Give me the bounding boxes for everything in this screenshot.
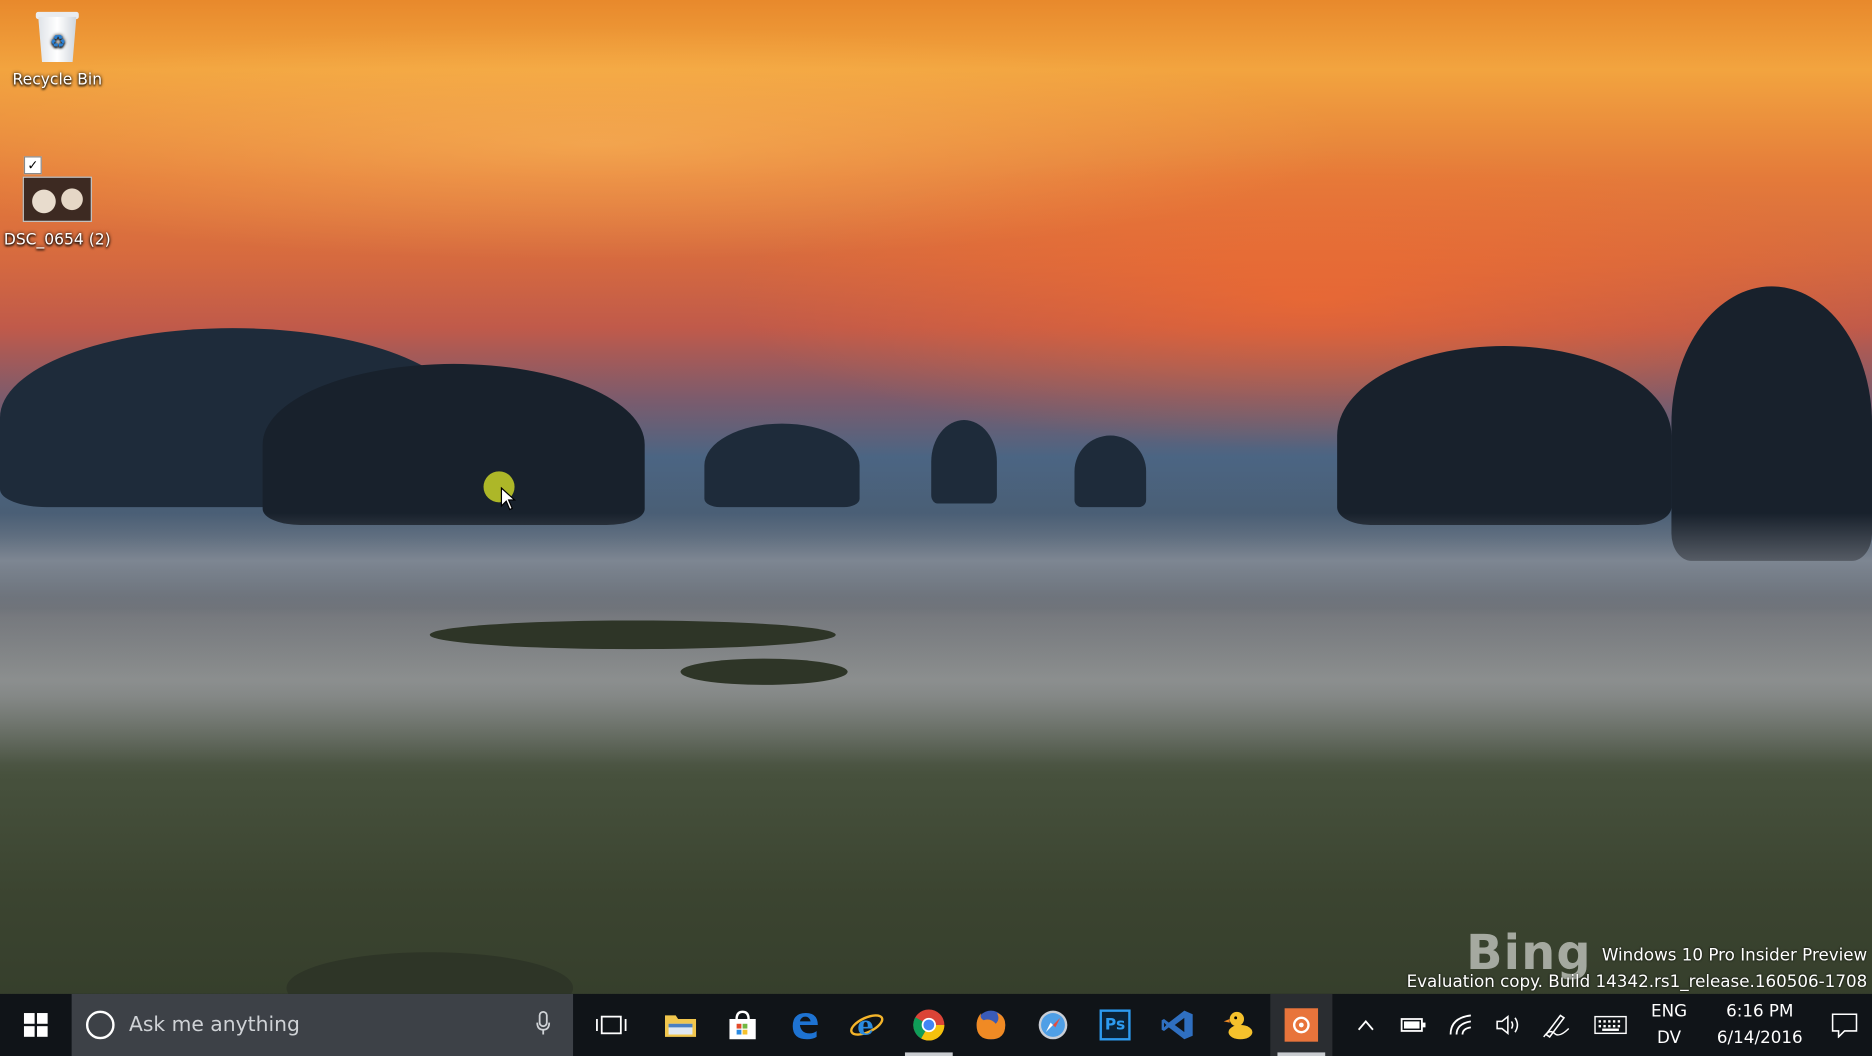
- recorder-icon: [1284, 1008, 1319, 1042]
- clock-date: 6/14/2016: [1716, 1028, 1803, 1048]
- pen-workspace-button[interactable]: [1533, 994, 1581, 1056]
- tree-silhouette: [1337, 346, 1672, 526]
- taskbar: Ask me anything e Ps ENG DV 6:16 PM 6/14…: [0, 993, 1872, 1056]
- grass-mound: [429, 620, 836, 650]
- tree-silhouette: [1074, 435, 1147, 508]
- battery-icon: [1400, 1018, 1426, 1032]
- desktop-icon-dsc-0654[interactable]: DSC_0654 (2): [3, 176, 111, 250]
- tree-silhouette: [704, 423, 860, 508]
- language-code: ENG: [1651, 1002, 1688, 1022]
- touch-keyboard-button[interactable]: [1581, 994, 1641, 1056]
- photoshop-label: Ps: [1104, 1016, 1126, 1034]
- ie-icon: e: [850, 1011, 884, 1042]
- search-placeholder: Ask me anything: [128, 1013, 300, 1037]
- cortana-icon: [85, 1010, 115, 1040]
- start-button[interactable]: [0, 994, 72, 1056]
- svg-text:e: e: [857, 1011, 874, 1042]
- windows-logo-icon: [23, 1013, 48, 1037]
- visual-studio-button[interactable]: [1146, 994, 1208, 1056]
- chrome-button[interactable]: [898, 994, 960, 1056]
- safari-button[interactable]: [1022, 994, 1084, 1056]
- grass-mound: [680, 658, 848, 685]
- recycle-bin-icon: ♻: [33, 10, 81, 63]
- store-button[interactable]: [712, 994, 774, 1056]
- photoshop-button[interactable]: Ps: [1084, 994, 1146, 1056]
- battery-button[interactable]: [1390, 994, 1438, 1056]
- cortana-search-box[interactable]: Ask me anything: [71, 993, 574, 1056]
- firefox-button[interactable]: [960, 994, 1022, 1056]
- system-tray: ENG DV 6:16 PM 6/14/2016: [1342, 994, 1872, 1056]
- clock-button[interactable]: 6:16 PM 6/14/2016: [1702, 999, 1817, 1052]
- visual-studio-icon: [1161, 1010, 1193, 1040]
- store-icon: [729, 1010, 756, 1040]
- show-hidden-icons-button[interactable]: [1342, 994, 1390, 1056]
- network-button[interactable]: [1437, 994, 1485, 1056]
- wifi-icon: [1449, 1014, 1472, 1035]
- watermark-line-1: Windows 10 Pro Insider Preview: [1601, 946, 1868, 966]
- microphone-icon[interactable]: [535, 1010, 552, 1037]
- tree-silhouette: [931, 420, 997, 504]
- fog-band: [0, 596, 1872, 764]
- folder-icon: [664, 1015, 697, 1037]
- edge-icon: [792, 1013, 818, 1040]
- edge-button[interactable]: [774, 994, 836, 1056]
- photo-thumbnail-icon: [22, 176, 92, 222]
- tree-silhouette: [262, 363, 645, 526]
- pen-icon: [1543, 1014, 1570, 1038]
- cyberduck-button[interactable]: [1208, 994, 1270, 1056]
- chrome-icon: [913, 1009, 945, 1041]
- input-language-button[interactable]: ENG DV: [1640, 999, 1697, 1052]
- file-explorer-button[interactable]: [649, 994, 711, 1056]
- safari-icon: [1038, 1010, 1068, 1040]
- build-watermark: Windows 10 Pro Insider Preview Evaluatio…: [1407, 943, 1868, 996]
- keyboard-icon: [1594, 1015, 1627, 1035]
- fog-band: [0, 513, 1872, 609]
- internet-explorer-button[interactable]: e: [836, 994, 898, 1056]
- task-view-button[interactable]: [580, 994, 642, 1056]
- firefox-icon: [976, 1010, 1006, 1040]
- desktop-icon-label: DSC_0654 (2): [3, 231, 111, 250]
- screen-recorder-button[interactable]: [1270, 993, 1333, 1056]
- action-center-button[interactable]: [1817, 994, 1872, 1056]
- notification-icon: [1831, 1013, 1858, 1039]
- watermark-line-2: Evaluation copy. Build 14342.rs1_release…: [1406, 972, 1868, 992]
- task-view-icon: [596, 1015, 627, 1035]
- desktop-icon-label: Recycle Bin: [12, 71, 103, 90]
- duck-icon: [1223, 1011, 1253, 1040]
- volume-button[interactable]: [1485, 994, 1533, 1056]
- photoshop-icon: Ps: [1099, 1009, 1131, 1041]
- desktop-icon-recycle-bin[interactable]: ♻ Recycle Bin: [4, 10, 111, 90]
- clock-time: 6:16 PM: [1726, 1002, 1794, 1022]
- keyboard-layout-code: DV: [1657, 1028, 1682, 1048]
- selection-checkbox[interactable]: ✓: [23, 156, 42, 175]
- chevron-up-icon: [1357, 1020, 1374, 1031]
- speaker-icon: [1496, 1015, 1519, 1035]
